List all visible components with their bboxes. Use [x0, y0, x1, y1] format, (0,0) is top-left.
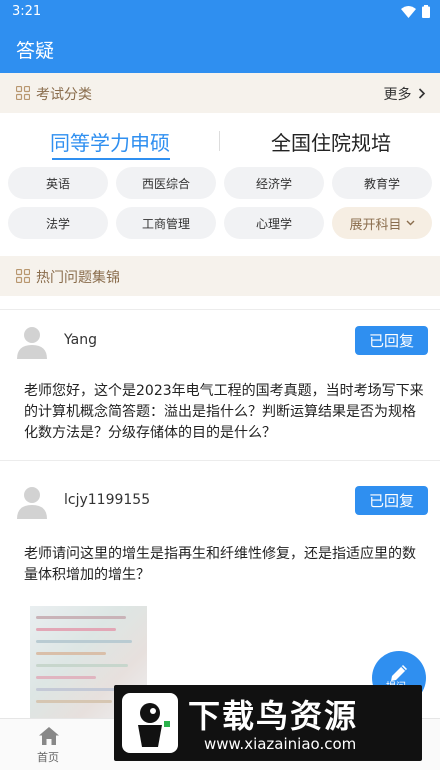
bird-logo-icon: [122, 693, 178, 753]
page-title: 答疑: [16, 40, 55, 62]
status-bar: 3:21: [0, 0, 440, 24]
question-text: 老师请问这里的增生是指再生和纤维性修复，还是指适应里的数量体积增加的增生？: [24, 546, 416, 583]
more-link[interactable]: 更多: [384, 84, 426, 104]
watermark-url: www.xiazainiao.com: [204, 735, 357, 753]
watermark-banner: 下载鸟资源 www.xiazainiao.com: [114, 685, 422, 761]
battery-icon: [422, 5, 430, 18]
question-text: 老师您好，这个是2023年电气工程的国考真题，当时考场写下来的计算机概念简答题：…: [24, 383, 424, 441]
status-badge: 已回复: [355, 326, 428, 355]
hot-questions-header: 热门问题集锦: [0, 256, 440, 296]
nav-home-label: 首页: [37, 751, 59, 764]
subject-chip-education[interactable]: 教育学: [332, 167, 432, 199]
image-line: [36, 628, 116, 631]
tab-divider: [219, 131, 220, 151]
expand-subjects-label: 展开科目: [349, 217, 402, 233]
image-line: [36, 676, 96, 679]
exam-category-label: 考试分类: [36, 87, 92, 103]
subject-chip-business-admin[interactable]: 工商管理: [116, 207, 216, 239]
grid-icon: [16, 86, 30, 100]
chevron-right-icon: [418, 88, 426, 99]
app-bar: 答疑: [0, 24, 440, 73]
subject-chip-economics[interactable]: 经济学: [224, 167, 324, 199]
image-line: [36, 700, 112, 703]
subject-chip-english[interactable]: 英语: [8, 167, 108, 199]
question-card[interactable]: Yang 已回复 老师您好，这个是2023年电气工程的国考真题，当时考场写下来的…: [0, 309, 440, 459]
image-line: [36, 652, 106, 655]
active-tab-indicator: [52, 158, 170, 160]
status-icons: [401, 5, 430, 18]
username: lcjy1199155: [64, 492, 151, 508]
tab-equivalent-degree[interactable]: 同等学力申硕: [50, 127, 170, 156]
tab-residency-training[interactable]: 全国住院规培: [271, 127, 391, 156]
hot-questions-label: 热门问题集锦: [36, 270, 120, 286]
wifi-icon: [401, 5, 416, 18]
status-time: 3:21: [12, 4, 42, 19]
grid-icon: [16, 269, 30, 283]
image-line: [36, 616, 126, 619]
home-icon: [39, 727, 59, 745]
username: Yang: [64, 332, 97, 348]
subject-chip-psychology[interactable]: 心理学: [224, 207, 324, 239]
subject-chip-law[interactable]: 法学: [8, 207, 108, 239]
image-line: [36, 688, 124, 691]
image-line: [36, 664, 128, 667]
status-badge: 已回复: [355, 486, 428, 515]
avatar: [17, 327, 47, 359]
subject-chip-western-medicine[interactable]: 西医综合: [116, 167, 216, 199]
watermark-title: 下载鸟资源: [188, 697, 359, 735]
chevron-down-icon: [406, 220, 414, 226]
exam-tabs: 同等学力申硕 全国住院规培: [0, 113, 440, 165]
exam-category-header: 考试分类 更多: [0, 73, 440, 113]
avatar: [17, 487, 47, 519]
more-label: 更多: [383, 87, 412, 103]
image-line: [36, 640, 132, 643]
expand-subjects-button[interactable]: 展开科目: [332, 207, 432, 239]
